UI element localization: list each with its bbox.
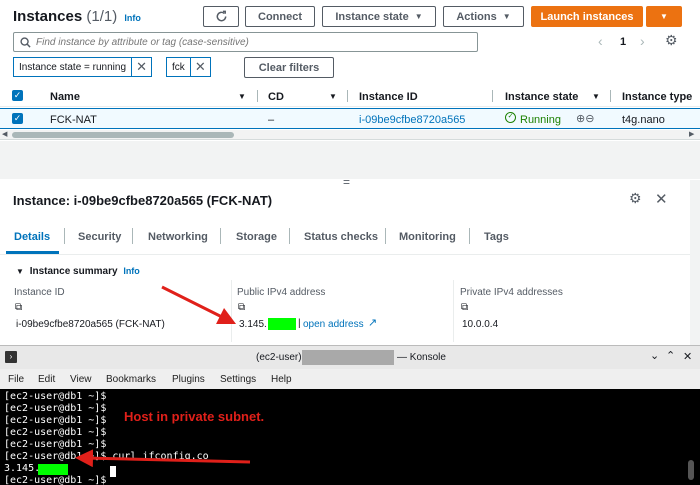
arrow-to-public-ip <box>161 285 237 325</box>
annotation-arrows <box>75 285 251 468</box>
arrow-to-terminal-ip <box>75 449 251 468</box>
